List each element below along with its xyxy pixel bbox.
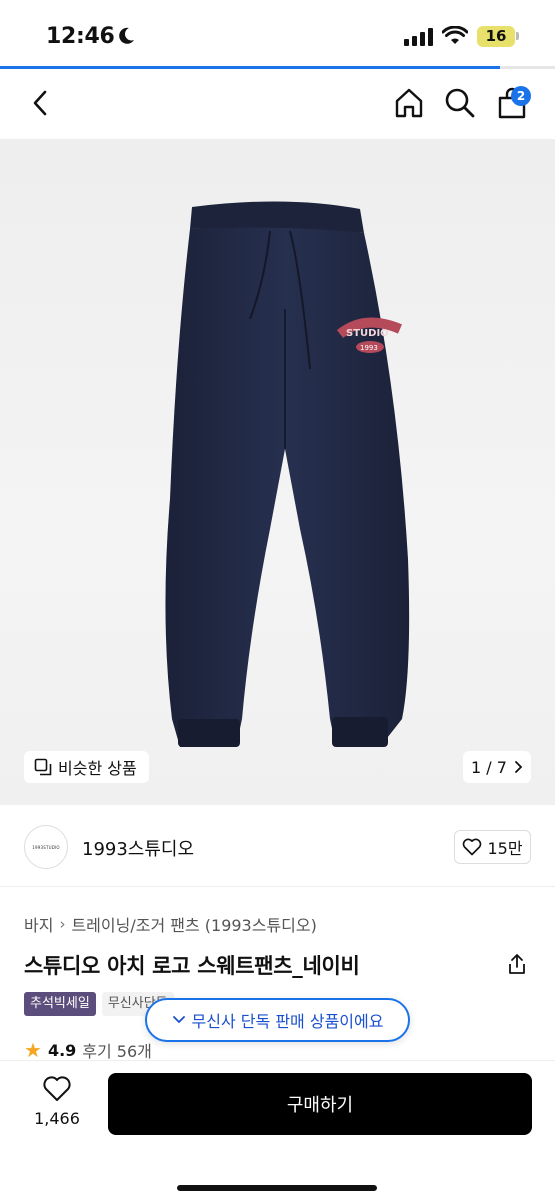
home-icon (395, 88, 423, 118)
product-title: 스튜디오 아치 로고 스웨트팬츠_네이비 (24, 954, 360, 978)
top-nav (0, 69, 555, 139)
back-button[interactable] (22, 85, 58, 121)
back-icon (33, 90, 47, 116)
product-rating[interactable]: ★ 4.9 후기 56개 (24, 1038, 152, 1062)
status-bar: 12:46 16 (0, 0, 555, 66)
breadcrumb-item[interactable]: 바지 (24, 912, 53, 936)
toast-text: 무신사 단독 판매 상품이에요 (191, 1012, 384, 1031)
battery-tip (516, 32, 519, 40)
heart-icon (463, 838, 482, 856)
search-icon (445, 88, 475, 118)
rating-score: 4.9 (47, 1040, 77, 1060)
wifi-icon (442, 26, 468, 44)
image-page-counter[interactable]: 1 / 7 (463, 751, 531, 783)
moon-icon (119, 27, 134, 44)
wishlist-button[interactable]: 1,466 (24, 1075, 90, 1128)
product-image: STUDIO 1993 (165, 201, 410, 747)
battery-icon: 16 (477, 26, 515, 47)
brand-row[interactable]: 1993STUDIO 1993스튜디오 15만 (0, 805, 555, 887)
similar-icon (34, 758, 52, 776)
similar-products-label: 비슷한 상품 (58, 759, 137, 778)
brand-logo[interactable]: 1993STUDIO (24, 825, 68, 869)
wishlist-count: 1,466 (34, 1109, 80, 1128)
breadcrumb: 바지 › 트레이닝/조거 팬츠 (1993스튜디오) (24, 912, 317, 936)
image-page-text: 1 / 7 (471, 757, 507, 777)
star-icon: ★ (24, 1038, 42, 1062)
product-image-gallery[interactable]: STUDIO 1993 비슷한 상품 1 / 7 (0, 139, 555, 805)
brand-like-count: 15만 (487, 839, 523, 858)
svg-text:1993: 1993 (360, 344, 378, 352)
chevron-right-icon (515, 761, 523, 773)
share-icon[interactable] (505, 952, 529, 976)
brand-like-button[interactable]: 15만 (454, 830, 531, 864)
sale-tag: 추석빅세일 (24, 992, 96, 1016)
brand-logo-text: 1993STUDIO (32, 844, 60, 850)
search-button[interactable] (442, 85, 478, 121)
svg-text:STUDIO: STUDIO (346, 328, 389, 339)
heart-icon (43, 1076, 71, 1101)
status-time: 12:46 (46, 24, 115, 49)
similar-products-button[interactable]: 비슷한 상품 (24, 751, 149, 783)
brand-name[interactable]: 1993스튜디오 (82, 835, 194, 861)
home-button[interactable] (391, 85, 427, 121)
chevron-down-icon (172, 1016, 185, 1024)
exclusive-toast: 무신사 단독 판매 상품이에요 (145, 998, 410, 1042)
review-count: 후기 56개 (82, 1042, 152, 1061)
signal-icon (404, 28, 433, 46)
home-indicator (177, 1185, 377, 1191)
buy-button[interactable]: 구매하기 (108, 1073, 532, 1135)
cart-count-badge: 2 (511, 86, 531, 106)
breadcrumb-item[interactable]: 트레이닝/조거 팬츠 (1993스튜디오) (71, 912, 316, 936)
bottom-action-bar: 1,466 구매하기 (0, 1060, 555, 1200)
chevron-right-icon: › (59, 915, 66, 933)
